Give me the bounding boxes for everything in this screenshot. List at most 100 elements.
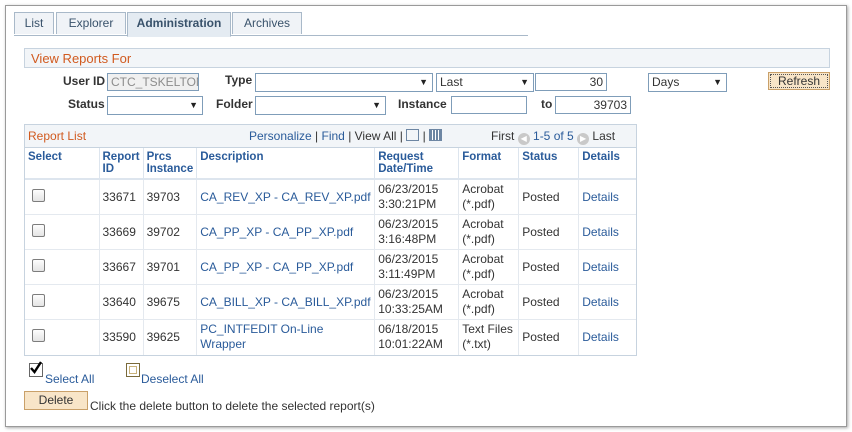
deselect-all-checkbox-icon[interactable] xyxy=(126,363,140,377)
details-link[interactable]: Details xyxy=(582,190,619,204)
select-cell xyxy=(25,179,100,215)
details-link[interactable]: Details xyxy=(582,260,619,274)
delete-button[interactable]: Delete xyxy=(24,391,88,410)
description-link[interactable]: PC_INTFEDIT On-Line Wrapper xyxy=(200,322,323,351)
personalize-link[interactable]: Personalize xyxy=(249,129,312,143)
tab-explorer[interactable]: Explorer xyxy=(56,12,126,34)
request-date: 06/23/2015 xyxy=(378,287,439,301)
table-row: 33590 39625 PC_INTFEDIT On-Line Wrapper … xyxy=(25,319,636,355)
format-name: Acrobat xyxy=(462,287,504,301)
status-select[interactable]: ▼ xyxy=(107,96,203,115)
format-cell: Text Files (*.txt) xyxy=(458,319,520,355)
refresh-button[interactable]: Refresh xyxy=(768,72,830,90)
format-cell: Acrobat (*.pdf) xyxy=(458,214,520,250)
col-details[interactable]: Details xyxy=(578,148,636,180)
deselect-all-link[interactable]: Deselect All xyxy=(141,372,204,386)
details-link[interactable]: Details xyxy=(582,330,619,344)
last-count-field[interactable]: 30 xyxy=(535,73,607,91)
description-cell: CA_PP_XP - CA_PP_XP.pdf xyxy=(196,249,376,285)
status-label: Status xyxy=(68,97,105,111)
format-ext: (*.pdf) xyxy=(462,232,495,246)
next-arrow-icon[interactable]: ▶ xyxy=(577,133,590,145)
instance-cell: 39702 xyxy=(143,214,198,250)
row-select-checkbox[interactable] xyxy=(32,293,45,307)
col-prcs-instance[interactable]: Prcs Instance xyxy=(143,148,198,180)
chevron-down-icon: ▼ xyxy=(419,77,428,87)
select-all-checkbox-icon[interactable] xyxy=(29,361,43,377)
tab-archives[interactable]: Archives xyxy=(232,12,302,34)
select-all-link[interactable]: Select All xyxy=(45,372,94,386)
report-id-cell: 33671 xyxy=(99,179,144,215)
col-report-id[interactable]: Report ID xyxy=(99,148,144,180)
pagination: First ◀ 1-5 of 5 ▶ Last xyxy=(491,129,615,145)
table-header-row: Select Report ID Prcs Instance Descripti… xyxy=(25,148,636,180)
format-name: Acrobat xyxy=(462,182,504,196)
view-reports-header: View Reports For xyxy=(24,48,830,68)
col-request-datetime[interactable]: Request Date/Time xyxy=(374,148,460,180)
grid-navigation: Personalize | Find | View All | | xyxy=(249,129,443,143)
tab-list[interactable]: List xyxy=(14,12,54,34)
details-link[interactable]: Details xyxy=(582,225,619,239)
select-cell xyxy=(25,284,100,320)
download-grid-icon[interactable] xyxy=(429,129,443,141)
row-select-checkbox[interactable] xyxy=(32,188,45,202)
format-name: Acrobat xyxy=(462,252,504,266)
instance-cell: 39675 xyxy=(143,284,198,320)
format-ext: (*.pdf) xyxy=(462,197,495,211)
col-status[interactable]: Status xyxy=(518,148,580,180)
user-id-field[interactable]: CTC_TSKELTON xyxy=(107,73,199,91)
description-link[interactable]: CA_BILL_XP - CA_BILL_XP.pdf xyxy=(200,295,370,309)
request-date: 06/23/2015 xyxy=(378,217,439,231)
instance-cell: 39625 xyxy=(143,319,198,355)
datetime-cell: 06/23/2015 3:16:48PM xyxy=(374,214,460,250)
datetime-cell: 06/23/2015 10:33:25AM xyxy=(374,284,460,320)
col-description[interactable]: Description xyxy=(196,148,376,180)
details-cell: Details xyxy=(578,249,636,285)
instance-label: Instance xyxy=(398,97,447,111)
instance-to-field[interactable]: 39703 xyxy=(555,96,631,114)
view-all-link[interactable]: View All xyxy=(355,129,397,143)
grid-header-bar: Report List Personalize | Find | View Al… xyxy=(25,125,636,148)
details-cell: Details xyxy=(578,319,636,355)
type-select[interactable]: ▼ xyxy=(255,73,433,92)
user-id-label: User ID xyxy=(63,74,106,88)
description-cell: PC_INTFEDIT On-Line Wrapper xyxy=(196,319,376,355)
request-date: 06/23/2015 xyxy=(378,182,439,196)
chevron-down-icon: ▼ xyxy=(372,100,381,110)
details-cell: Details xyxy=(578,284,636,320)
details-cell: Details xyxy=(578,214,636,250)
row-select-checkbox[interactable] xyxy=(32,223,45,237)
row-select-checkbox[interactable] xyxy=(32,328,45,342)
datetime-cell: 06/23/2015 3:11:49PM xyxy=(374,249,460,285)
checkmark-icon xyxy=(30,361,43,374)
datetime-cell: 06/18/2015 10:01:22AM xyxy=(374,319,460,355)
description-link[interactable]: CA_REV_XP - CA_REV_XP.pdf xyxy=(200,190,370,204)
report-table: Select Report ID Prcs Instance Descripti… xyxy=(25,148,636,355)
col-format[interactable]: Format xyxy=(458,148,520,180)
details-link[interactable]: Details xyxy=(582,295,619,309)
find-link[interactable]: Find xyxy=(322,129,345,143)
request-time: 3:30:21PM xyxy=(378,197,437,211)
select-cell xyxy=(25,249,100,285)
description-link[interactable]: CA_PP_XP - CA_PP_XP.pdf xyxy=(200,260,353,274)
instance-from-field[interactable] xyxy=(451,96,527,114)
row-select-checkbox[interactable] xyxy=(32,258,45,272)
last-select[interactable]: Last ▼ xyxy=(436,73,534,92)
unit-select[interactable]: Days ▼ xyxy=(648,73,727,92)
last-label: Last xyxy=(592,129,616,143)
format-cell: Acrobat (*.pdf) xyxy=(458,179,520,215)
col-select[interactable]: Select xyxy=(25,148,100,180)
report-id-cell: 33667 xyxy=(99,249,144,285)
select-cell xyxy=(25,214,100,250)
tab-administration[interactable]: Administration xyxy=(127,12,231,37)
new-window-icon[interactable] xyxy=(406,129,420,141)
folder-select[interactable]: ▼ xyxy=(255,96,386,115)
prev-arrow-icon[interactable]: ◀ xyxy=(517,133,530,145)
description-cell: CA_PP_XP - CA_PP_XP.pdf xyxy=(196,214,376,250)
tab-bar: List Explorer Administration Archives xyxy=(14,12,528,37)
status-cell: Posted xyxy=(518,319,580,355)
report-id-cell: 33640 xyxy=(99,284,144,320)
datetime-cell: 06/23/2015 3:30:21PM xyxy=(374,179,460,215)
report-id-cell: 33669 xyxy=(99,214,144,250)
description-link[interactable]: CA_PP_XP - CA_PP_XP.pdf xyxy=(200,225,353,239)
